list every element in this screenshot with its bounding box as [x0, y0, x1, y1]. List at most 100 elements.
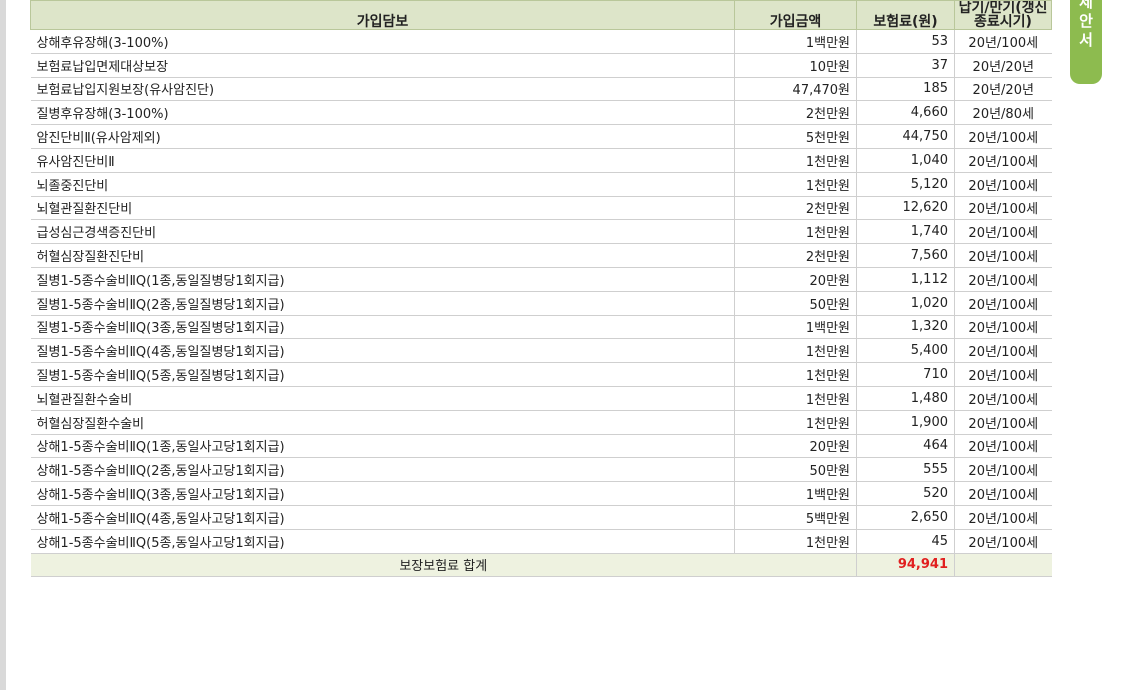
- proposal-side-tab[interactable]: 제 안 서: [1070, 0, 1102, 84]
- premium-cell: 53: [856, 29, 955, 54]
- amount-cell: 5천만원: [734, 124, 857, 149]
- table-row: 유사암진단비Ⅱ 1천만원 1,040 20년/100세: [30, 148, 1052, 173]
- table-row: 상해1-5종수술비ⅡQ(1종,동일사고당1회지급) 20만원 464 20년/100세: [30, 434, 1052, 459]
- table-row: 질병1-5종수술비ⅡQ(1종,동일질병당1회지급) 20만원 1,112 20년/10…: [30, 267, 1052, 292]
- proposal-document: 가입담보 가입금액 보험료(원) 납기/만기(갱신종료시기) 상해후유장해(3-…: [30, 0, 1052, 578]
- amount-cell: 1백만원: [734, 315, 857, 340]
- amount-cell: 2천만원: [734, 196, 857, 221]
- table-row: 상해후유장해(3-100%) 1백만원 53 20년/100세: [30, 29, 1052, 54]
- table-row: 허혈심장질환수술비 1천만원 1,900 20년/100세: [30, 410, 1052, 435]
- amount-cell: 2천만원: [734, 100, 857, 126]
- amount-cell: 1백만원: [734, 481, 857, 506]
- term-cell: 20년/100세: [954, 29, 1052, 54]
- premium-cell: 1,900: [856, 410, 955, 435]
- coverage-name-cell: 상해1-5종수술비ⅡQ(2종,동일사고당1회지급): [30, 457, 735, 483]
- side-tab-char: 서: [1079, 31, 1093, 49]
- header-term: 납기/만기(갱신종료시기): [954, 0, 1052, 30]
- term-cell: 20년/100세: [954, 148, 1052, 173]
- coverage-name-cell: 질병1-5종수술비ⅡQ(3종,동일질병당1회지급): [30, 315, 735, 340]
- amount-cell: 47,470원: [734, 77, 857, 102]
- amount-cell: 1천만원: [734, 219, 857, 245]
- table-row: 질병후유장해(3-100%) 2천만원 4,660 20년/80세: [30, 100, 1052, 126]
- premium-cell: 7,560: [856, 243, 955, 268]
- coverage-name-cell: 보험료납입면제대상보장: [30, 53, 735, 78]
- term-cell: 20년/100세: [954, 410, 1052, 435]
- premium-cell: 555: [856, 457, 955, 483]
- premium-cell: 5,120: [856, 172, 955, 197]
- coverage-name-cell: 허혈심장질환수술비: [30, 410, 735, 435]
- coverage-name-cell: 급성심근경색증진단비: [30, 219, 735, 245]
- term-cell: 20년/100세: [954, 219, 1052, 245]
- amount-cell: 10만원: [734, 53, 857, 78]
- term-cell: 20년/100세: [954, 172, 1052, 197]
- coverage-name-cell: 질병1-5종수술비ⅡQ(5종,동일질병당1회지급): [30, 362, 735, 387]
- term-cell: 20년/100세: [954, 529, 1052, 554]
- term-cell: 20년/100세: [954, 338, 1052, 364]
- premium-cell: 464: [856, 434, 955, 459]
- coverage-name-cell: 허혈심장질환진단비: [30, 243, 735, 268]
- premium-cell: 44,750: [856, 124, 955, 149]
- amount-cell: 50만원: [734, 457, 857, 483]
- term-cell: 20년/20년: [954, 53, 1052, 78]
- header-row: 가입담보 가입금액 보험료(원) 납기/만기(갱신종료시기): [30, 0, 1052, 30]
- premium-cell: 1,112: [856, 267, 955, 292]
- premium-cell: 2,650: [856, 505, 955, 530]
- table-row: 질병1-5종수술비ⅡQ(5종,동일질병당1회지급) 1천만원 710 20년/100세: [30, 362, 1052, 387]
- table-row: 상해1-5종수술비ⅡQ(4종,동일사고당1회지급) 5백만원 2,650 20년/10…: [30, 505, 1052, 530]
- term-cell: 20년/100세: [954, 362, 1052, 387]
- table-row: 질병1-5종수술비ⅡQ(2종,동일질병당1회지급) 50만원 1,020 20년/10…: [30, 291, 1052, 316]
- header-amount: 가입금액: [734, 0, 857, 30]
- table-row: 상해1-5종수술비ⅡQ(5종,동일사고당1회지급) 1천만원 45 20년/100세: [30, 529, 1052, 554]
- premium-cell: 710: [856, 362, 955, 387]
- side-tab-char: 제: [1079, 0, 1093, 11]
- premium-cell: 45: [856, 529, 955, 554]
- amount-cell: 1천만원: [734, 338, 857, 364]
- coverage-name-cell: 질병후유장해(3-100%): [30, 100, 735, 126]
- term-cell: 20년/100세: [954, 457, 1052, 483]
- left-edge-bar: [0, 0, 6, 690]
- header-premium: 보험료(원): [856, 0, 955, 30]
- amount-cell: 1천만원: [734, 410, 857, 435]
- coverage-name-cell: 상해1-5종수술비ⅡQ(1종,동일사고당1회지급): [30, 434, 735, 459]
- table-row: 질병1-5종수술비ⅡQ(4종,동일질병당1회지급) 1천만원 5,400 20년/10…: [30, 338, 1052, 364]
- premium-cell: 1,040: [856, 148, 955, 173]
- premium-cell: 1,320: [856, 315, 955, 340]
- table-row: 급성심근경색증진단비 1천만원 1,740 20년/100세: [30, 219, 1052, 245]
- amount-cell: 1천만원: [734, 148, 857, 173]
- coverage-name-cell: 보험료납입지원보장(유사암진단): [30, 77, 735, 102]
- coverage-name-cell: 상해1-5종수술비ⅡQ(3종,동일사고당1회지급): [30, 481, 735, 506]
- term-cell: 20년/100세: [954, 124, 1052, 149]
- premium-cell: 1,740: [856, 219, 955, 245]
- term-cell: 20년/100세: [954, 196, 1052, 221]
- amount-cell: 1백만원: [734, 29, 857, 54]
- side-tab-char: 안: [1079, 12, 1093, 30]
- coverage-name-cell: 상해후유장해(3-100%): [30, 29, 735, 54]
- term-cell: 20년/80세: [954, 100, 1052, 126]
- term-cell: 20년/100세: [954, 434, 1052, 459]
- term-cell: 20년/100세: [954, 386, 1052, 411]
- table-row: 뇌졸중진단비 1천만원 5,120 20년/100세: [30, 172, 1052, 197]
- premium-cell: 185: [856, 77, 955, 102]
- term-cell: 20년/100세: [954, 267, 1052, 292]
- amount-cell: 2천만원: [734, 243, 857, 268]
- table-row: 질병1-5종수술비ⅡQ(3종,동일질병당1회지급) 1백만원 1,320 20년/10…: [30, 315, 1052, 340]
- table-row: 상해1-5종수술비ⅡQ(3종,동일사고당1회지급) 1백만원 520 20년/100세: [30, 481, 1052, 506]
- table-row: 보험료납입지원보장(유사암진단) 47,470원 185 20년/20년: [30, 77, 1052, 102]
- coverage-name-cell: 질병1-5종수술비ⅡQ(4종,동일질병당1회지급): [30, 338, 735, 364]
- premium-cell: 1,480: [856, 386, 955, 411]
- premium-cell: 12,620: [856, 196, 955, 221]
- premium-cell: 37: [856, 53, 955, 78]
- term-cell: 20년/100세: [954, 481, 1052, 506]
- coverage-name-cell: 상해1-5종수술비ⅡQ(5종,동일사고당1회지급): [30, 529, 735, 554]
- premium-cell: 1,020: [856, 291, 955, 316]
- coverage-name-cell: 뇌졸중진단비: [30, 172, 735, 197]
- amount-cell: 20만원: [734, 267, 857, 292]
- amount-cell: 1천만원: [734, 386, 857, 411]
- table-row: 뇌혈관질환수술비 1천만원 1,480 20년/100세: [30, 386, 1052, 411]
- table-row: 보험료납입면제대상보장 10만원 37 20년/20년: [30, 53, 1052, 78]
- coverage-name-cell: 암진단비Ⅱ(유사암제외): [30, 124, 735, 149]
- table-row: 암진단비Ⅱ(유사암제외) 5천만원 44,750 20년/100세: [30, 124, 1052, 149]
- term-cell: 20년/20년: [954, 77, 1052, 102]
- amount-cell: 1천만원: [734, 529, 857, 554]
- table-row: 뇌혈관질환진단비 2천만원 12,620 20년/100세: [30, 196, 1052, 221]
